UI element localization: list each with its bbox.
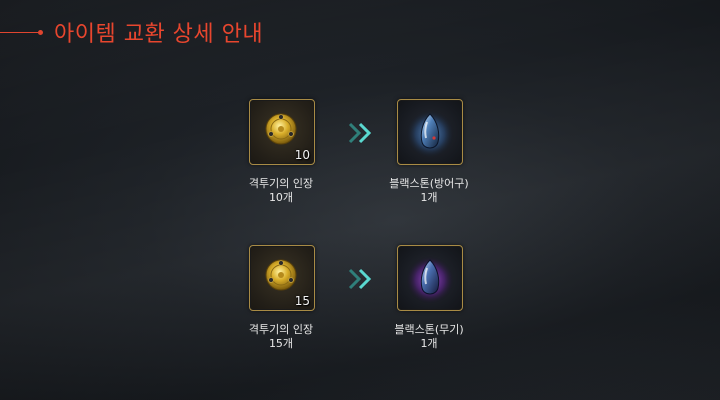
item-slot-blackstone-armor[interactable] — [397, 99, 463, 165]
result-item-quantity: 1개 — [420, 337, 438, 350]
result-item-quantity: 1개 — [420, 191, 438, 204]
result-item-name: 블랙스톤(무기) — [394, 323, 464, 336]
source-item-label: 격투기의 인장 15개 — [216, 323, 346, 351]
double-chevron-right-icon — [348, 268, 372, 290]
item-count-badge: 10 — [294, 148, 310, 162]
background-texture — [0, 0, 720, 400]
page-title: 아이템 교환 상세 안내 — [54, 22, 264, 47]
item-slot-blackstone-weapon[interactable] — [397, 245, 463, 311]
source-item-name: 격투기의 인장 — [248, 177, 314, 190]
source-item-name: 격투기의 인장 — [248, 323, 314, 336]
title-accent-line — [0, 29, 43, 35]
result-item-label: 블랙스톤(무기) 1개 — [364, 323, 494, 351]
blackstone-weapon-icon — [406, 256, 454, 304]
page-header: 아이템 교환 상세 안내 — [0, 14, 263, 50]
result-item-label: 블랙스톤(방어구) 1개 — [364, 177, 494, 205]
exchange-arrow — [347, 267, 375, 291]
blackstone-armor-icon — [406, 110, 454, 158]
exchange-arrow — [347, 121, 375, 145]
item-slot-medal[interactable]: 10 — [249, 99, 315, 165]
double-chevron-right-icon — [348, 122, 372, 144]
source-item-quantity: 10개 — [268, 191, 294, 204]
result-item-name: 블랙스톤(방어구) — [389, 177, 469, 190]
item-count-badge: 15 — [294, 294, 310, 308]
item-slot-medal[interactable]: 15 — [249, 245, 315, 311]
source-item-label: 격투기의 인장 10개 — [216, 177, 346, 205]
source-item-quantity: 15개 — [268, 337, 294, 350]
